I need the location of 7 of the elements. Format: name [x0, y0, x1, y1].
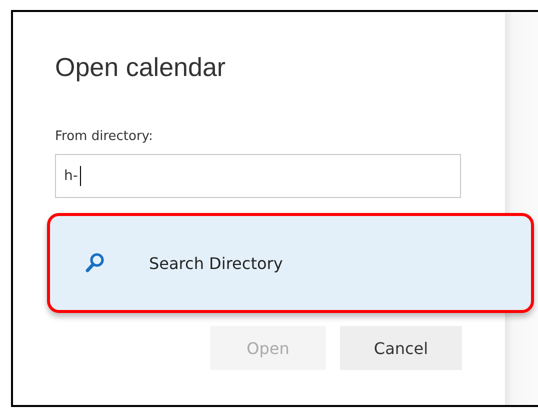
dialog-title: Open calendar — [55, 52, 227, 83]
search-icon — [85, 252, 105, 274]
text-cursor — [80, 166, 81, 186]
search-directory-item[interactable]: Search Directory — [47, 213, 534, 313]
field-label: From directory: — [55, 129, 154, 144]
dialog-button[interactable]: Cancel — [340, 326, 462, 370]
directory-field[interactable]: h- — [55, 154, 461, 198]
